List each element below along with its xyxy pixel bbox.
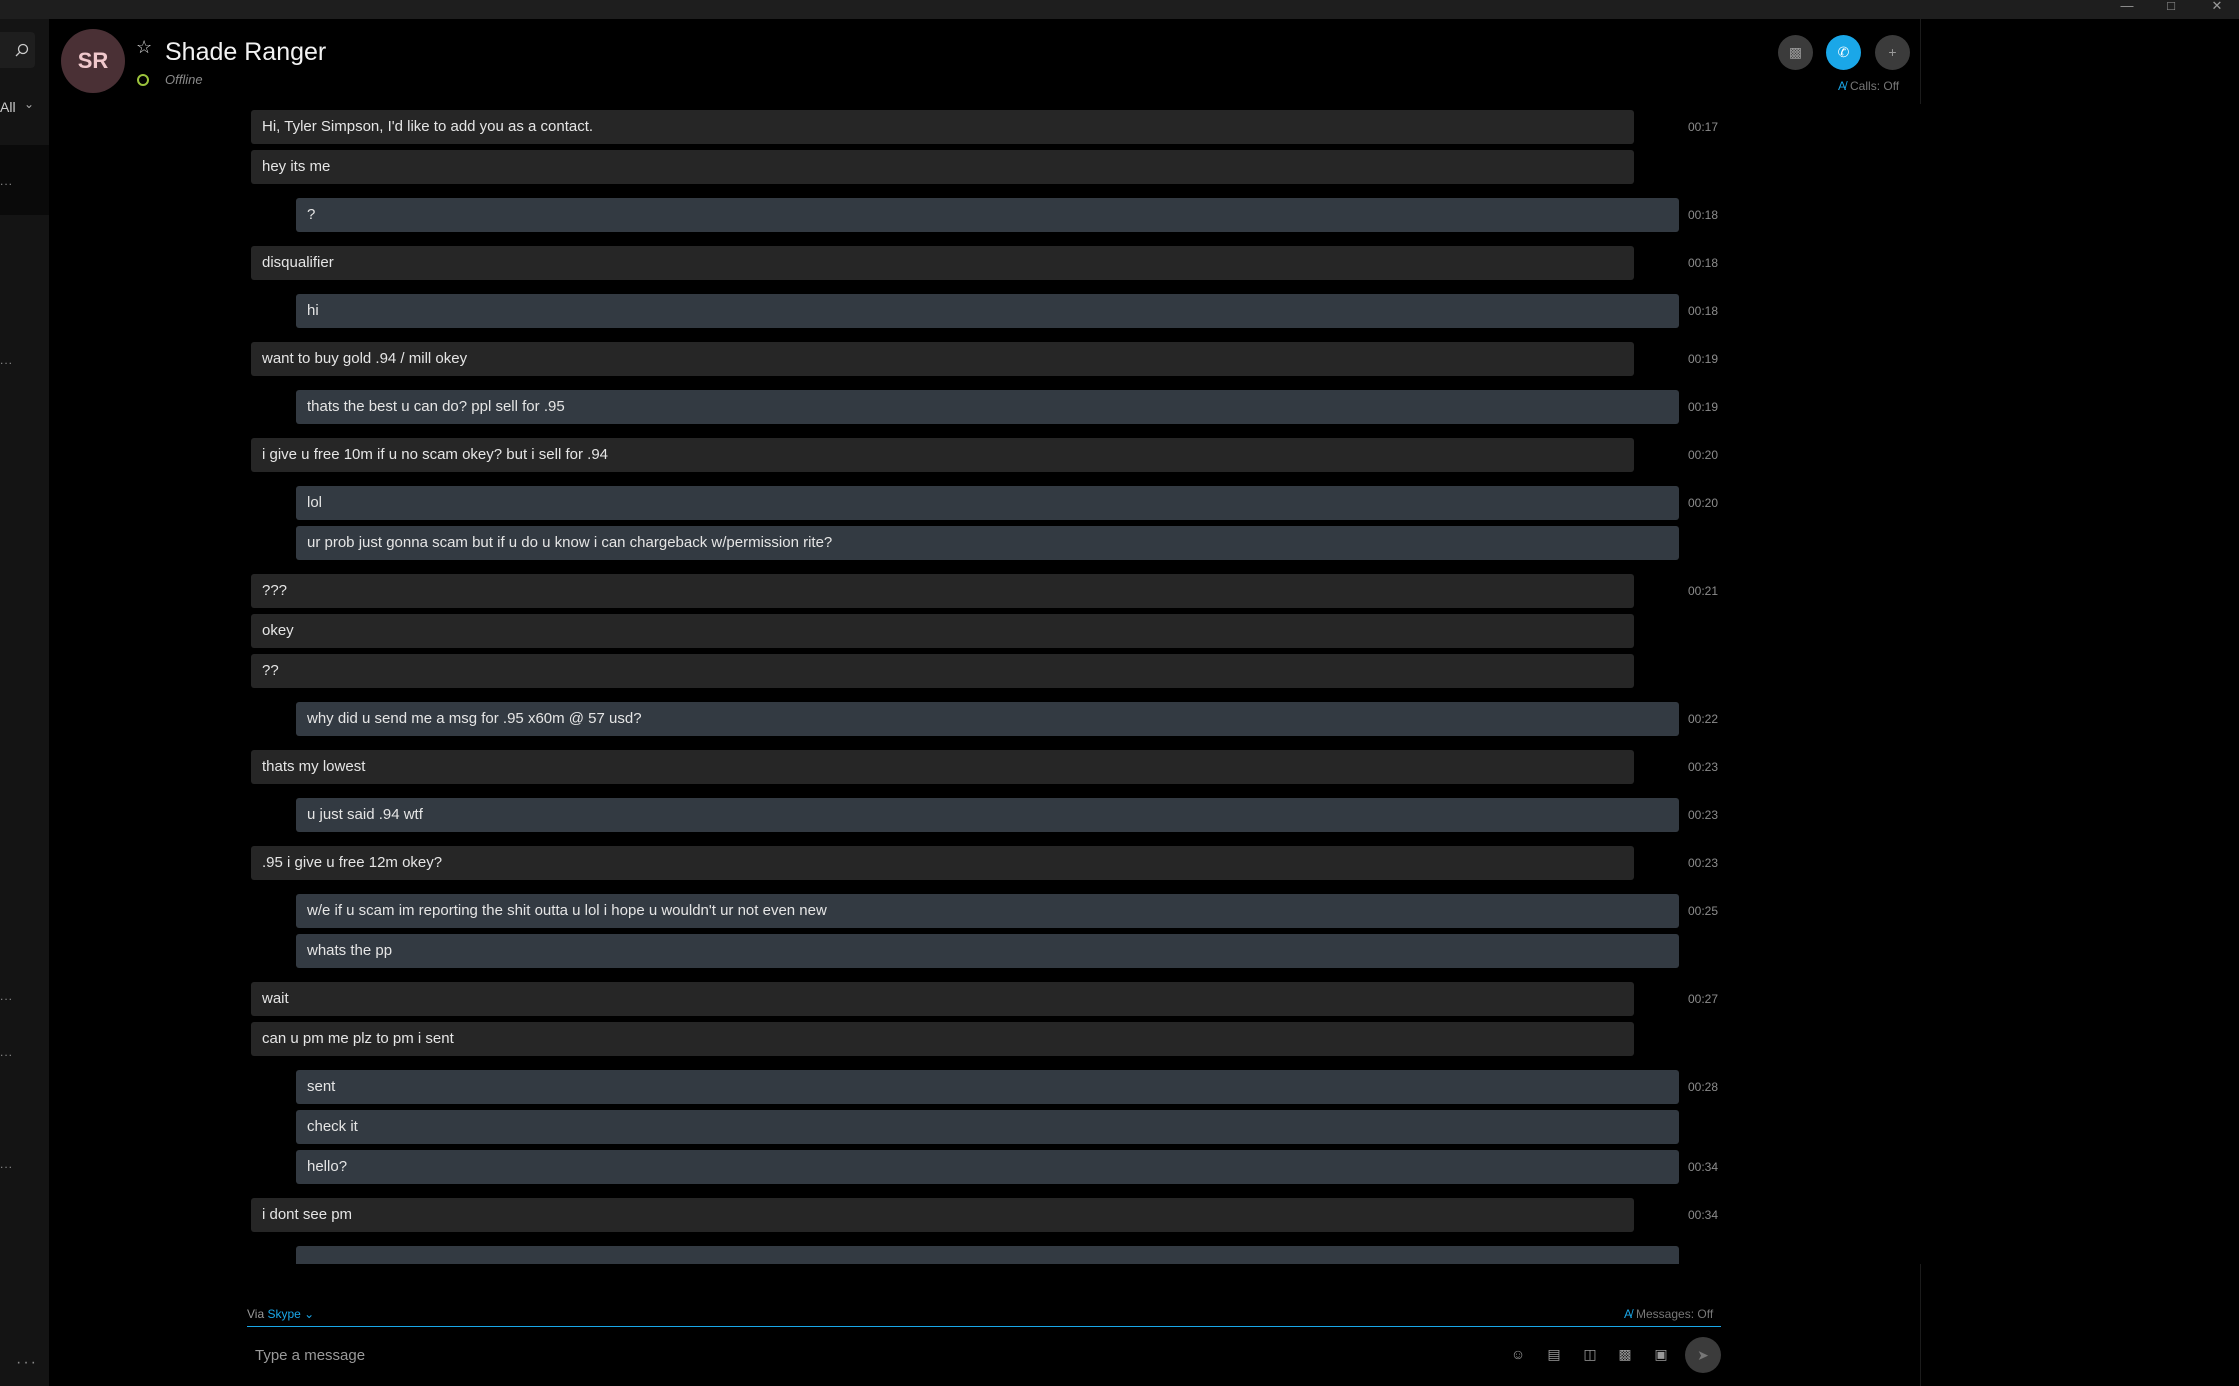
incoming-message[interactable]: Hi, Tyler Simpson, I'd like to add you a… [251, 110, 1634, 144]
incoming-message[interactable]: i dont see pm [251, 1198, 1634, 1232]
incoming-message[interactable]: want to buy gold .94 / mill okey [251, 342, 1634, 376]
incoming-message[interactable]: okey [251, 614, 1634, 648]
filter-select[interactable]: All [0, 99, 16, 115]
outgoing-message[interactable]: why did u send me a msg for .95 x60m @ 5… [296, 702, 1679, 736]
video-message-icon[interactable]: ▩ [1615, 1344, 1635, 1364]
outgoing-message[interactable]: ur prob just gonna scam but if u do u kn… [296, 526, 1679, 560]
chat-list-item-ellipsis: ... [0, 353, 14, 367]
outgoing-message[interactable]: u just said .94 wtf [296, 798, 1679, 832]
search-button[interactable] [0, 32, 35, 68]
image-icon[interactable]: ▤ [1544, 1344, 1564, 1364]
compose-bar: ☺ ▤ ◫ ▩ ▣ ➤ [247, 1330, 1721, 1378]
close-icon[interactable]: ✕ [2194, 0, 2239, 19]
compose-divider [247, 1326, 1721, 1327]
incoming-message[interactable]: i give u free 10m if u no scam okey? but… [251, 438, 1634, 472]
outgoing-message[interactable]: ? [296, 198, 1679, 232]
emoji-icon[interactable]: ☺ [1508, 1344, 1528, 1364]
send-icon: ➤ [1697, 1347, 1709, 1363]
message-list[interactable]: Hi, Tyler Simpson, I'd like to add you a… [49, 104, 1921, 1264]
outgoing-message[interactable]: check it [296, 1110, 1679, 1144]
outgoing-message[interactable] [296, 1246, 1679, 1264]
chevron-down-icon[interactable]: ⌄ [301, 1307, 314, 1321]
audio-call-icon: ✆ [1837, 44, 1850, 60]
outgoing-message[interactable]: sent [296, 1070, 1679, 1104]
message-timestamp: 00:18 [1688, 208, 1719, 222]
outgoing-message[interactable]: whats the pp [296, 934, 1679, 968]
incoming-message[interactable]: wait [251, 982, 1634, 1016]
message-timestamp: 00:20 [1688, 448, 1719, 462]
send-button[interactable]: ➤ [1685, 1337, 1721, 1373]
star-icon[interactable]: ☆ [136, 37, 152, 58]
incoming-message[interactable]: disqualifier [251, 246, 1634, 280]
via-service[interactable]: Skype [267, 1307, 300, 1321]
message-timestamp: 00:23 [1688, 856, 1719, 870]
translator-icon: A̸ [1624, 1307, 1633, 1321]
search-icon [15, 43, 29, 57]
message-timestamp: 00:34 [1688, 1208, 1719, 1222]
incoming-message[interactable]: .95 i give u free 12m okey? [251, 846, 1634, 880]
message-timestamp: 00:18 [1688, 304, 1719, 318]
message-input[interactable] [253, 1342, 1457, 1368]
message-timestamp: 00:23 [1688, 808, 1719, 822]
more-options-icon[interactable]: ··· [16, 1354, 38, 1372]
calls-status-label: Calls: Off [1850, 79, 1900, 93]
contact-status: Offline [165, 72, 203, 87]
window-titlebar: — □ ✕ [0, 0, 2239, 19]
chat-list-item-ellipsis: ... [0, 1045, 14, 1059]
incoming-message[interactable]: thats my lowest [251, 750, 1634, 784]
message-timestamp: 00:27 [1688, 992, 1719, 1006]
message-timestamp: 00:23 [1688, 760, 1719, 774]
translator-icon: A̸ [1838, 79, 1847, 93]
chat-list-item-ellipsis: ... [0, 174, 14, 188]
maximize-icon[interactable]: □ [2148, 0, 2194, 19]
outgoing-message[interactable]: w/e if u scam im reporting the shit outt… [296, 894, 1679, 928]
file-icon[interactable]: ◫ [1580, 1344, 1600, 1364]
minimize-icon[interactable]: — [2104, 0, 2150, 19]
message-timestamp: 00:25 [1688, 904, 1719, 918]
conversation-header: SR ☆ Shade Ranger Offline ▩ ✆ + A̸ Calls:… [49, 19, 1921, 105]
message-timestamp: 00:28 [1688, 1080, 1719, 1094]
outgoing-message[interactable]: hi [296, 294, 1679, 328]
chat-list-item-ellipsis: ... [0, 1157, 14, 1171]
avatar[interactable]: SR [61, 29, 125, 93]
incoming-message[interactable]: can u pm me plz to pm i sent [251, 1022, 1634, 1056]
presence-icon [137, 74, 149, 86]
outgoing-message[interactable]: thats the best u can do? ppl sell for .9… [296, 390, 1679, 424]
audio-call-button[interactable]: ✆ [1826, 35, 1861, 70]
contact-card-icon[interactable]: ▣ [1651, 1344, 1671, 1364]
via-label: Via [247, 1307, 265, 1321]
incoming-message[interactable]: ?? [251, 654, 1634, 688]
outgoing-message[interactable]: lol [296, 486, 1679, 520]
add-people-icon: + [1888, 44, 1897, 60]
message-timestamp: 00:20 [1688, 496, 1719, 510]
incoming-message[interactable]: hey its me [251, 150, 1634, 184]
message-timestamp: 00:18 [1688, 256, 1719, 270]
messages-status-label: Messages: Off [1636, 1307, 1714, 1321]
sidebar: All ⌄ ... ... ... ... ... ··· [0, 19, 49, 1386]
calls-translator-status[interactable]: A̸ Calls: Off [1838, 79, 1899, 93]
message-timestamp: 00:19 [1688, 352, 1719, 366]
message-timestamp: 00:34 [1688, 1160, 1719, 1174]
video-call-button[interactable]: ▩ [1778, 35, 1813, 70]
video-call-icon: ▩ [1788, 44, 1803, 60]
via-selector[interactable]: Via Skype ⌄ [247, 1307, 314, 1321]
contact-name[interactable]: Shade Ranger [165, 38, 326, 67]
message-timestamp: 00:22 [1688, 712, 1719, 726]
message-timestamp: 00:17 [1688, 120, 1719, 134]
add-people-button[interactable]: + [1875, 35, 1910, 70]
message-timestamp: 00:19 [1688, 400, 1719, 414]
chevron-down-icon[interactable]: ⌄ [24, 97, 34, 111]
outgoing-message[interactable]: hello? [296, 1150, 1679, 1184]
messages-translator-status[interactable]: A̸ Messages: Off [1624, 1307, 1713, 1321]
incoming-message[interactable]: ??? [251, 574, 1634, 608]
chat-list-item-ellipsis: ... [0, 989, 14, 1003]
message-timestamp: 00:21 [1688, 584, 1719, 598]
